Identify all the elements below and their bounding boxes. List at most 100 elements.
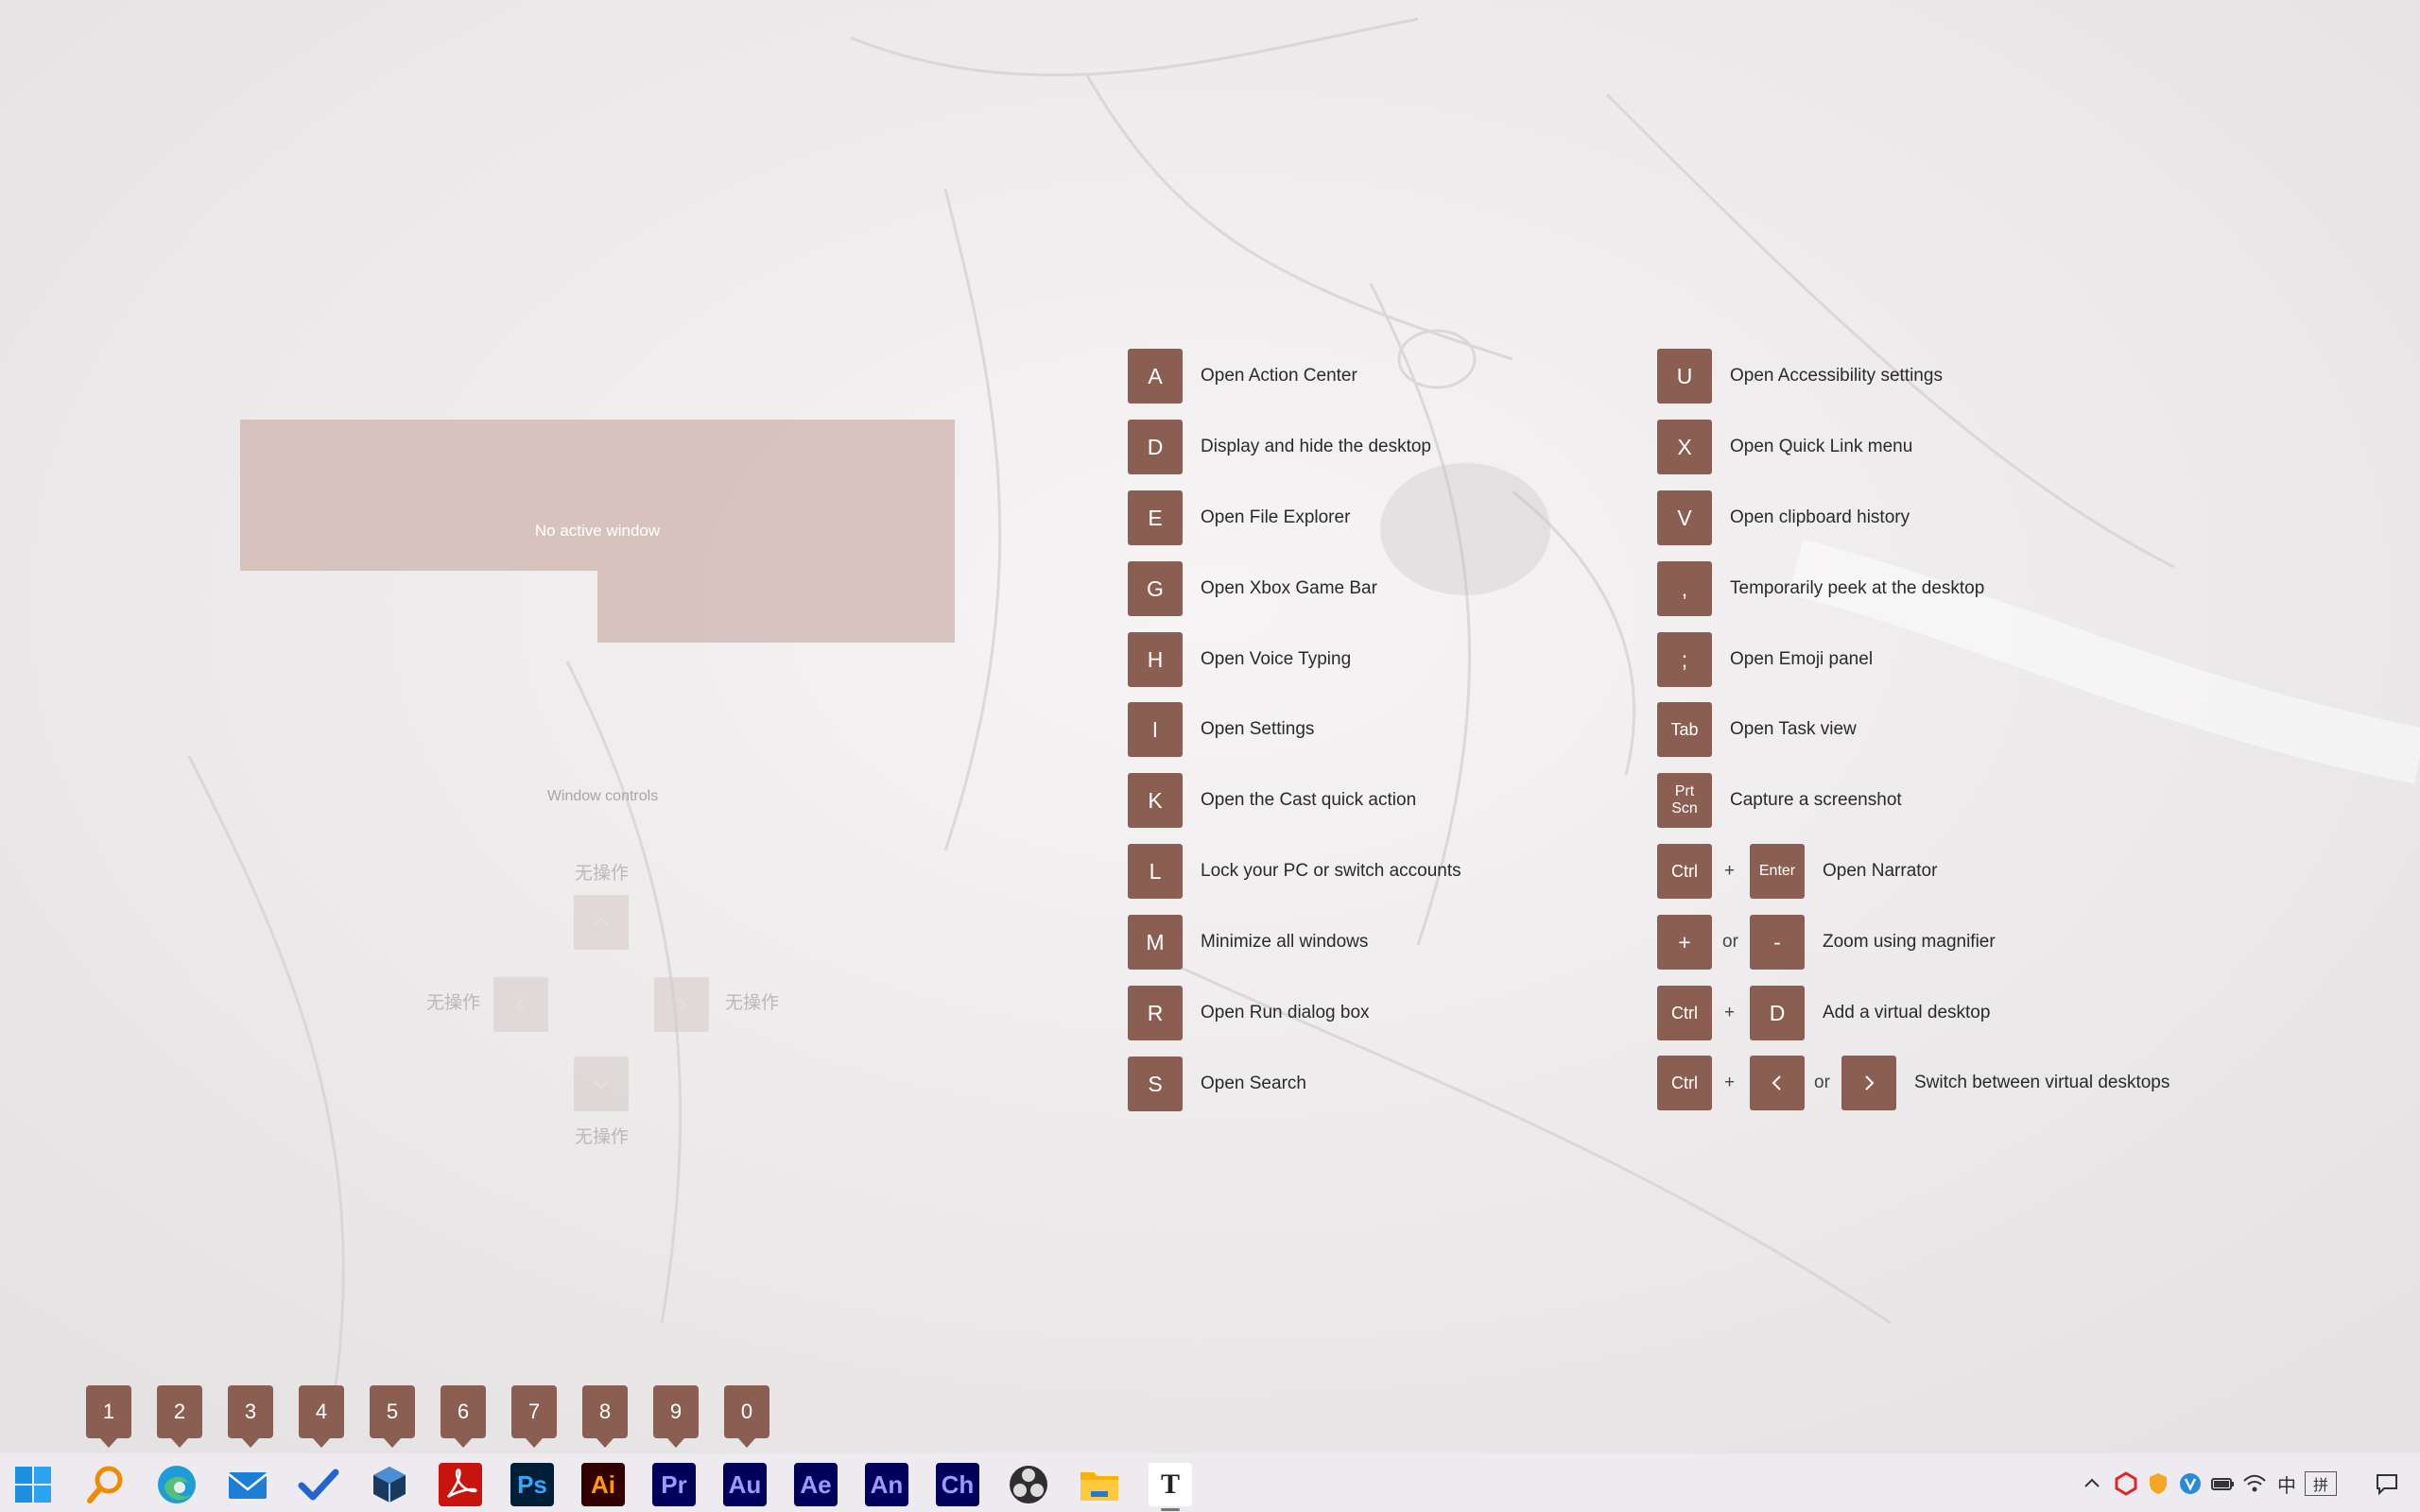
key-u: U xyxy=(1657,349,1712,404)
start-button[interactable] xyxy=(11,1463,55,1506)
chevron-left-icon xyxy=(515,997,525,1012)
obs-icon xyxy=(1010,1466,1047,1503)
snap-preview-top xyxy=(240,420,955,571)
key-left-arrow xyxy=(1750,1056,1805,1110)
windows-logo-icon xyxy=(15,1467,51,1503)
key-g: G xyxy=(1128,561,1183,616)
chevron-left-icon xyxy=(1772,1075,1781,1091)
key-s: S xyxy=(1128,1057,1183,1111)
shortcut-desc: Temporarily peek at the desktop xyxy=(1730,578,1985,598)
taskbar-typora[interactable]: T xyxy=(1149,1463,1192,1506)
active-app-indicator xyxy=(1161,1508,1180,1511)
shortcut-desc: Open Xbox Game Bar xyxy=(1201,578,1377,598)
tray-ime-mode[interactable]: 拼 xyxy=(2305,1471,2337,1496)
taskbar-virtualbox[interactable] xyxy=(368,1463,411,1506)
check-icon xyxy=(298,1469,339,1501)
window-control-right-button[interactable] xyxy=(654,977,709,1032)
taskbar-number-badge: 8 xyxy=(582,1385,628,1448)
key-tab: Tab xyxy=(1657,702,1712,757)
taskbar-number-badge: 4 xyxy=(299,1385,344,1448)
edge-icon xyxy=(158,1466,196,1503)
or-separator: or xyxy=(1814,1073,1830,1092)
taskbar-mail[interactable] xyxy=(226,1463,269,1506)
tray-app-shield[interactable] xyxy=(2144,1469,2172,1499)
shortcut-desc: Open Task view xyxy=(1730,719,1857,739)
tray-notifications[interactable] xyxy=(2373,1469,2401,1499)
key-l: L xyxy=(1128,844,1183,899)
taskbar-todo[interactable] xyxy=(297,1463,340,1506)
tray-battery[interactable] xyxy=(2208,1469,2237,1499)
taskbar-number-badge: 9 xyxy=(653,1385,699,1448)
window-control-left-label: 无操作 xyxy=(426,993,481,1013)
key-semicolon: ; xyxy=(1657,632,1712,687)
key-i: I xyxy=(1128,702,1183,757)
key-plus: + xyxy=(1657,915,1712,970)
taskbar xyxy=(0,1453,2420,1512)
battery-icon xyxy=(2211,1478,2234,1490)
chevron-down-icon xyxy=(594,1080,609,1090)
taskbar-premiere[interactable]: Pr xyxy=(652,1463,696,1506)
key-a: A xyxy=(1128,349,1183,404)
key-prtscn-line1: Prt xyxy=(1674,783,1695,799)
key-ctrl: Ctrl xyxy=(1657,986,1712,1040)
taskbar-character[interactable]: Ch xyxy=(936,1463,979,1506)
taskbar-number-badge: 5 xyxy=(370,1385,415,1448)
chevron-right-icon xyxy=(1865,1075,1875,1091)
taskbar-number-badge: 7 xyxy=(511,1385,557,1448)
snap-preview-bottom xyxy=(597,571,955,643)
tray-wifi[interactable] xyxy=(2240,1469,2269,1499)
window-control-left-button[interactable] xyxy=(493,977,548,1032)
cube-icon xyxy=(373,1467,406,1503)
key-k: K xyxy=(1128,773,1183,828)
taskbar-search[interactable] xyxy=(84,1463,128,1506)
taskbar-photoshop[interactable]: Ps xyxy=(510,1463,554,1506)
key-m: M xyxy=(1128,915,1183,970)
key-v: V xyxy=(1657,490,1712,545)
key-x: X xyxy=(1657,420,1712,474)
key-h: H xyxy=(1128,632,1183,687)
key-r: R xyxy=(1128,986,1183,1040)
shortcut-desc: Open Narrator xyxy=(1823,861,1938,881)
taskbar-number-badge: 2 xyxy=(157,1385,202,1448)
taskbar-aftereffects[interactable]: Ae xyxy=(794,1463,838,1506)
chevron-right-icon xyxy=(678,997,687,1012)
taskbar-number-badge: 1 xyxy=(86,1385,131,1448)
shortcut-desc: Open Voice Typing xyxy=(1201,649,1352,669)
shortcut-desc: Open Emoji panel xyxy=(1730,649,1874,669)
shortcut-desc: Open Accessibility settings xyxy=(1730,366,1943,386)
v-badge-icon xyxy=(2180,1473,2201,1494)
tray-ime-language[interactable]: 中 xyxy=(2273,1469,2301,1499)
no-active-window-label: No active window xyxy=(534,522,661,540)
tray-app-v[interactable] xyxy=(2176,1469,2204,1499)
shortcut-desc: Display and hide the desktop xyxy=(1201,437,1431,456)
shortcut-desc: Open the Cast quick action xyxy=(1201,790,1417,810)
taskbar-illustrator[interactable]: Ai xyxy=(581,1463,625,1506)
plus-sign: + xyxy=(1724,1073,1736,1092)
key-d: D xyxy=(1750,986,1805,1040)
key-right-arrow xyxy=(1841,1056,1896,1110)
taskbar-audition[interactable]: Au xyxy=(723,1463,767,1506)
taskbar-number-badge: 0 xyxy=(724,1385,769,1448)
taskbar-edge[interactable] xyxy=(155,1463,199,1506)
taskbar-number-badge: 3 xyxy=(228,1385,273,1448)
tray-overflow-button[interactable] xyxy=(2080,1469,2104,1499)
window-control-up-button[interactable] xyxy=(574,895,629,950)
shortcut-desc: Minimize all windows xyxy=(1201,932,1369,952)
or-separator: or xyxy=(1722,932,1738,952)
taskbar-animate[interactable]: An xyxy=(865,1463,908,1506)
window-control-down-button[interactable] xyxy=(574,1057,629,1111)
shortcut-desc: Open Settings xyxy=(1201,719,1315,739)
magnifier-icon xyxy=(87,1466,123,1503)
taskbar-file-explorer[interactable] xyxy=(1078,1463,1121,1506)
mail-icon xyxy=(228,1472,268,1499)
key-comma: , xyxy=(1657,561,1712,616)
shortcut-desc: Zoom using magnifier xyxy=(1823,932,1996,952)
tray-app-red[interactable] xyxy=(2112,1469,2140,1499)
acrobat-icon xyxy=(447,1469,477,1499)
plus-sign: + xyxy=(1724,1003,1736,1022)
taskbar-acrobat[interactable] xyxy=(439,1463,482,1506)
taskbar-obs[interactable] xyxy=(1007,1463,1050,1506)
shortcut-desc: Open Action Center xyxy=(1201,366,1357,386)
taskbar-number-badge: 6 xyxy=(441,1385,486,1448)
chevron-up-icon xyxy=(2084,1478,2100,1487)
